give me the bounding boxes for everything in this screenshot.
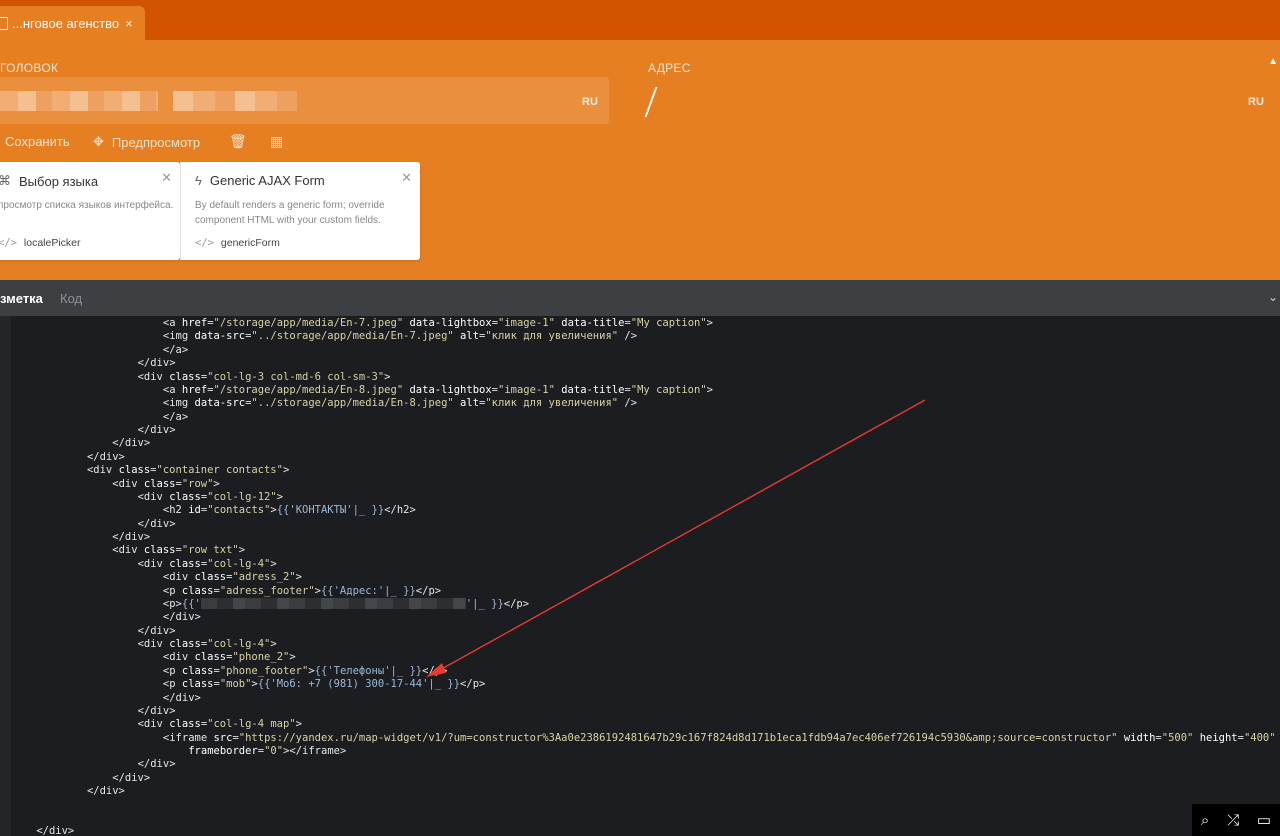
component-description: By default renders a generic form; overr…	[195, 200, 385, 226]
calendar-icon[interactable]: ▦	[270, 133, 283, 150]
trash-icon[interactable]: 🗑	[229, 133, 247, 150]
title-lang-badge[interactable]: RU	[582, 96, 598, 108]
editor-tabs: зметка Код ⌄	[0, 280, 1280, 316]
url-label: АДРЕС	[648, 61, 691, 75]
document-icon	[0, 16, 8, 30]
redacted-title-part	[173, 91, 297, 111]
component-card-locale-picker[interactable]: ⌘ Выбор языка просмотр списка языков инт…	[0, 162, 180, 260]
close-icon[interactable]: ✕	[161, 170, 172, 186]
form-panel: ГОЛОВОК АДРЕС ▲ RU RU Сохранить ✥ Предпр…	[0, 40, 1280, 280]
component-title: Generic AJAX Form	[209, 173, 325, 188]
component-icon: ⌘	[0, 173, 11, 188]
tab-close-icon[interactable]: ×	[125, 16, 133, 31]
annotation-arrow-head	[426, 663, 446, 677]
document-tab[interactable]: ...нговое агенство ×	[0, 6, 145, 40]
component-title: Выбор языка	[19, 173, 99, 189]
preview-button[interactable]: ✥ Предпросмотр	[93, 134, 200, 150]
annotation-arrow	[426, 399, 926, 677]
scroll-up-icon[interactable]: ▲	[1268, 56, 1278, 67]
chevron-down-icon[interactable]: ⌄	[1268, 290, 1278, 304]
url-value-slash	[644, 87, 658, 117]
save-button[interactable]: Сохранить	[5, 134, 70, 149]
component-code: genericForm	[220, 237, 280, 249]
code-icon: </>	[0, 237, 17, 249]
redacted-title-part	[0, 91, 158, 111]
search-icon[interactable]: ⌕	[1201, 812, 1209, 829]
url-lang-badge[interactable]: RU	[1248, 96, 1264, 108]
title-input[interactable]: RU	[0, 77, 609, 124]
component-card-generic-form[interactable]: ϟ Generic AJAX Form By default renders a…	[181, 162, 420, 260]
save-button-label: Сохранить	[5, 134, 70, 149]
title-label: ГОЛОВОК	[0, 61, 59, 75]
component-code: localePicker	[23, 237, 81, 249]
tab-strip: ...нговое агенство ×	[0, 0, 1280, 40]
url-input[interactable]: RU	[640, 77, 1280, 124]
tab-code[interactable]: Код	[60, 291, 82, 306]
preview-button-label: Предпросмотр	[111, 134, 201, 150]
fullscreen-icon[interactable]: ▭	[1257, 811, 1271, 829]
code-editor[interactable]: <a href="/storage/app/media/En-7.jpeg" d…	[0, 316, 1280, 836]
bolt-icon: ϟ	[195, 173, 202, 188]
tab-title: ...нговое агенство	[12, 15, 120, 31]
tab-markup[interactable]: зметка	[0, 291, 43, 306]
preview-icon: ✥	[93, 134, 104, 149]
code-icon: </>	[195, 237, 214, 249]
editor-toolbar: ⌕ ⤮ ▭	[1192, 804, 1280, 836]
close-icon[interactable]: ✕	[401, 170, 412, 186]
shuffle-icon[interactable]: ⤮	[1227, 812, 1239, 829]
annotation-arrow-line	[437, 399, 926, 672]
